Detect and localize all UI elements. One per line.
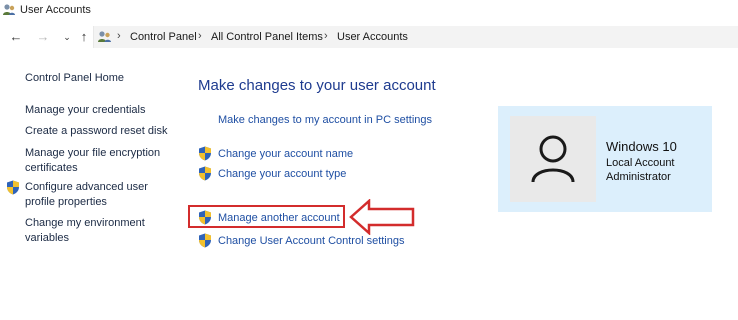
breadcrumb-separator-icon: › — [198, 30, 202, 42]
uac-shield-icon — [199, 166, 211, 181]
sidebar-item-label: Change my environment — [25, 217, 145, 229]
sidebar-item-environment-variables[interactable]: Change my environment variables — [25, 216, 145, 246]
manage-another-account-link[interactable]: Manage another account — [218, 212, 340, 224]
title-bar: User Accounts — [0, 0, 738, 22]
pointer-arrow-icon — [349, 199, 415, 235]
sidebar-item-label-line2: profile properties — [25, 196, 107, 208]
breadcrumb-item-all-items[interactable]: All Control Panel Items — [211, 31, 323, 43]
recent-locations-chevron-icon[interactable]: ⌄ — [60, 30, 74, 44]
forward-icon[interactable]: → — [36, 30, 50, 44]
sidebar-item-label: Configure advanced user — [25, 181, 148, 193]
uac-shield-icon — [199, 233, 211, 248]
uac-shield-icon — [199, 146, 211, 161]
sidebar-control-panel-home[interactable]: Control Panel Home — [25, 71, 124, 86]
sidebar-item-file-encryption[interactable]: Manage your file encryption certificates — [25, 146, 160, 176]
address-bar[interactable]: › Control Panel › All Control Panel Item… — [93, 26, 738, 48]
navigation-bar: ← → ⌄ ↑ › Control Panel › All Control Pa… — [0, 24, 738, 52]
breadcrumb-separator-icon: › — [117, 30, 121, 42]
account-name: Windows 10 — [606, 139, 677, 154]
uac-settings-link[interactable]: Change User Account Control settings — [218, 235, 405, 247]
up-icon[interactable]: ↑ — [77, 30, 91, 44]
pc-settings-link[interactable]: Make changes to my account in PC setting… — [218, 114, 432, 126]
sidebar-item-label-line2: certificates — [25, 162, 78, 174]
breadcrumb-item-control-panel[interactable]: Control Panel — [130, 31, 197, 43]
user-accounts-icon — [3, 4, 15, 15]
change-account-name-link[interactable]: Change your account name — [218, 148, 353, 160]
uac-shield-icon — [199, 210, 211, 225]
window-title: User Accounts — [20, 4, 91, 16]
breadcrumb-separator-icon: › — [324, 30, 328, 42]
account-role: Administrator — [606, 171, 671, 183]
sidebar-item-manage-credentials[interactable]: Manage your credentials — [25, 103, 145, 118]
control-panel-icon — [98, 31, 111, 42]
sidebar-item-advanced-profile[interactable]: Configure advanced user profile properti… — [25, 180, 148, 210]
sidebar-item-label-line2: variables — [25, 232, 70, 244]
avatar — [510, 116, 596, 202]
user-avatar-icon — [531, 135, 575, 183]
back-icon[interactable]: ← — [9, 30, 23, 44]
breadcrumb-item-user-accounts[interactable]: User Accounts — [337, 31, 408, 43]
page-title: Make changes to your user account — [198, 77, 436, 94]
account-type: Local Account — [606, 157, 675, 169]
sidebar-item-label: Manage your file encryption — [25, 147, 161, 159]
uac-shield-icon — [7, 180, 19, 195]
sidebar-item-password-reset-disk[interactable]: Create a password reset disk — [25, 124, 167, 139]
change-account-type-link[interactable]: Change your account type — [218, 168, 346, 180]
